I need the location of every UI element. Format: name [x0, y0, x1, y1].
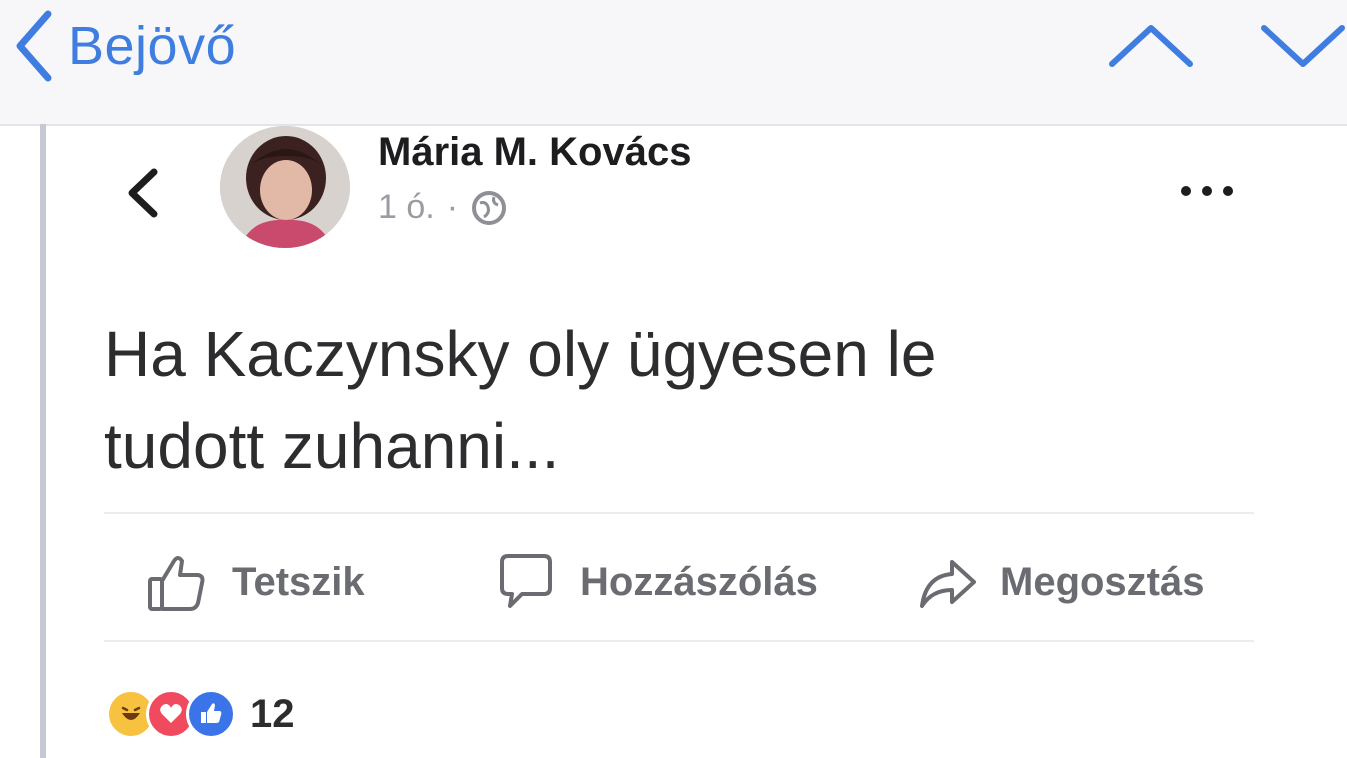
reaction-count: 12 — [250, 691, 295, 736]
comment-bubble-icon — [494, 550, 558, 614]
reactions-summary[interactable]: 12 — [106, 686, 295, 742]
next-message-button[interactable] — [1258, 14, 1347, 74]
avatar[interactable] — [220, 126, 350, 248]
comment-button[interactable]: Hozzászólás — [494, 542, 818, 622]
thumbs-up-icon — [144, 549, 210, 615]
like-reaction-icon — [186, 689, 236, 739]
post-time: 1 ó. — [378, 188, 435, 226]
chevron-up-icon — [1106, 25, 1196, 78]
author-name[interactable]: Mária M. Kovács — [378, 130, 691, 175]
chevron-left-icon — [14, 6, 54, 86]
chevron-down-icon — [1258, 25, 1347, 78]
share-label: Megosztás — [1000, 559, 1205, 604]
globe-icon — [470, 189, 508, 227]
post-text: Ha Kaczynsky oly ügyesen le tudott zuhan… — [104, 318, 937, 482]
share-arrow-icon — [918, 552, 978, 612]
quote-bar — [40, 124, 46, 758]
comment-label: Hozzászólás — [580, 559, 818, 604]
back-to-inbox-button[interactable]: Bejövő — [14, 6, 236, 86]
like-button[interactable]: Tetszik — [144, 542, 365, 622]
share-button[interactable]: Megosztás — [918, 542, 1205, 622]
like-label: Tetszik — [232, 559, 365, 604]
previous-message-button[interactable] — [1106, 14, 1196, 74]
post-back-button[interactable] — [118, 158, 168, 228]
back-label: Bejövő — [68, 16, 237, 76]
divider — [104, 512, 1254, 514]
post-meta: 1 ó. · — [378, 188, 508, 227]
chevron-left-icon — [118, 168, 168, 232]
top-navigation-bar: Bejövő — [0, 0, 1347, 126]
meta-separator: · — [446, 188, 459, 226]
divider — [104, 640, 1254, 642]
more-dots-icon — [1172, 186, 1242, 220]
more-options-button[interactable] — [1172, 166, 1242, 216]
